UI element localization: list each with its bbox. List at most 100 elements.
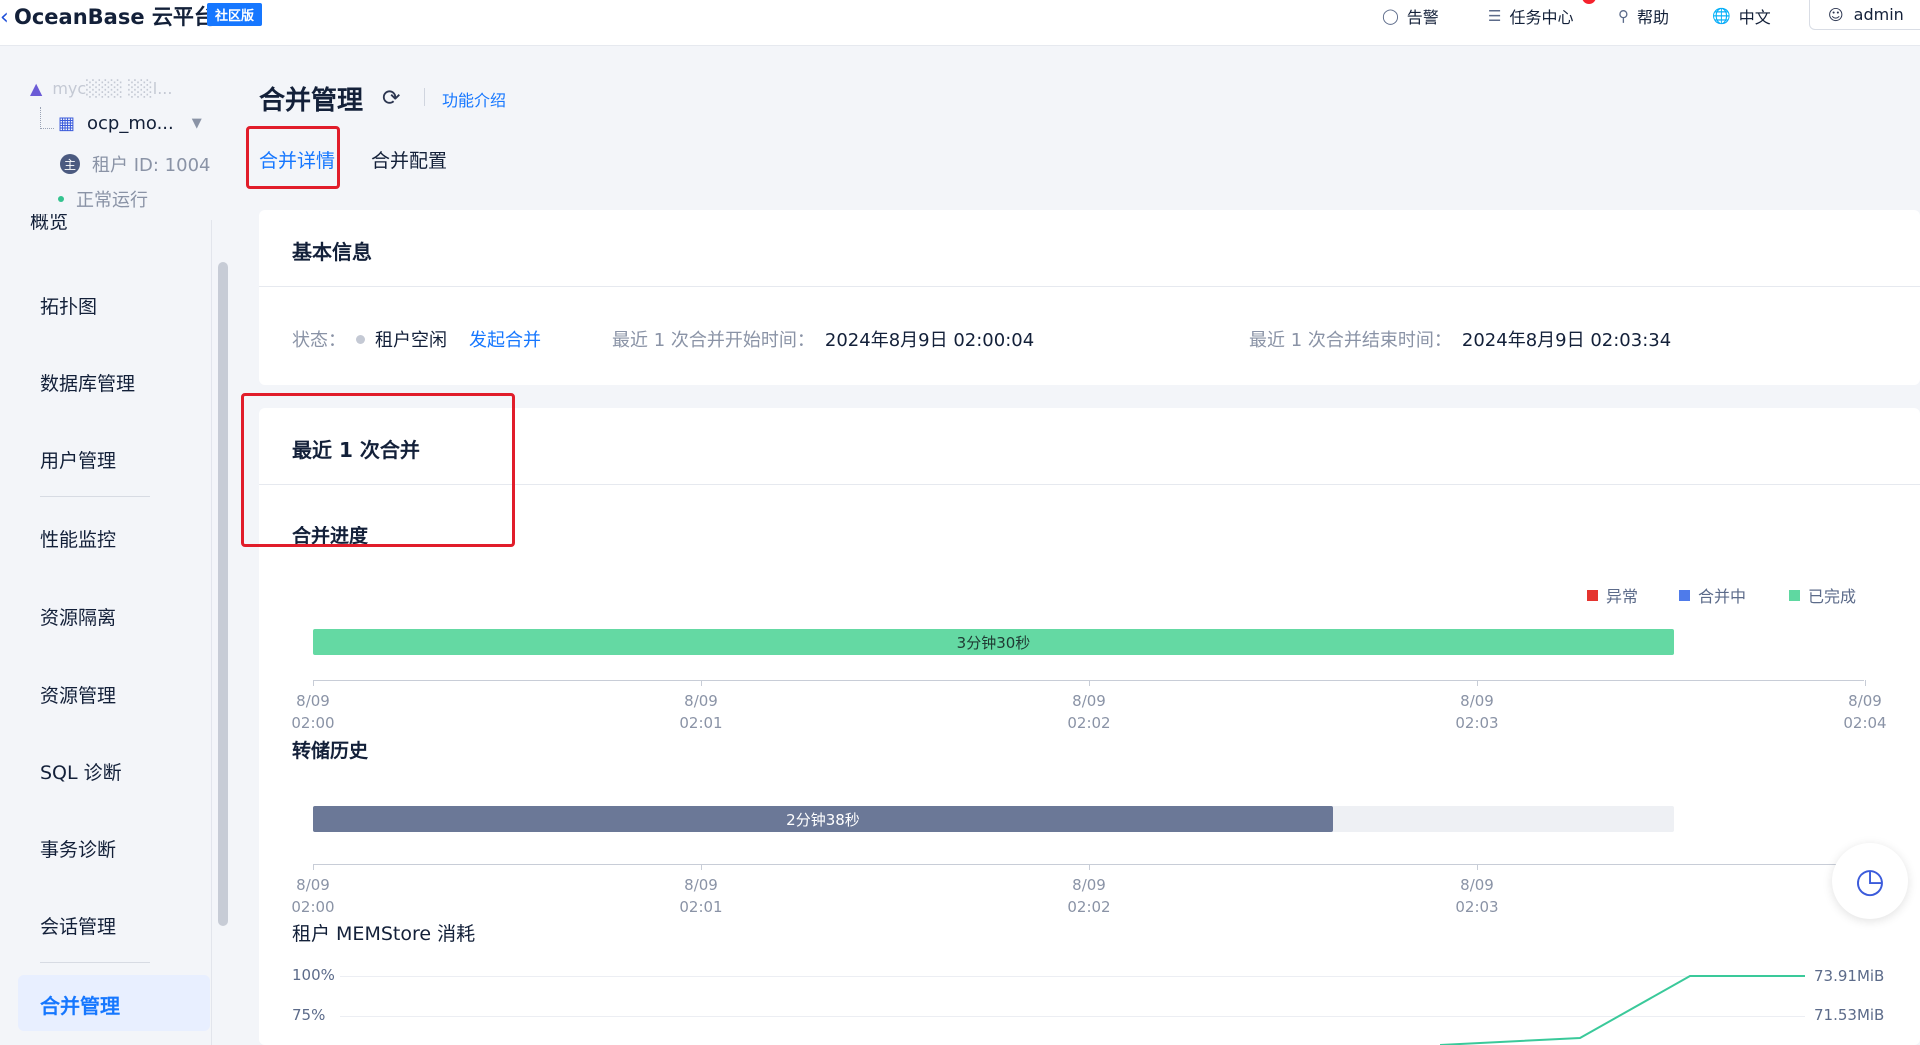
lightbulb-icon: ⚲ [1618,7,1629,25]
y-tick-75: 75% [292,1006,326,1024]
sidebar-item-resources[interactable]: 资源管理 [40,681,116,708]
axis-tick [313,680,314,686]
basic-info-title: 基本信息 [292,240,372,264]
memstore-title: 租户 MEMStore 消耗 [292,923,476,945]
axis-tick-label: 8/09 02:00 [291,692,335,732]
legend-swatch [1679,589,1690,601]
y-tick-100: 100% [292,966,335,984]
legend-label: 异常 [1606,587,1639,606]
axis-tick [1477,864,1478,870]
sidebar-divider [40,962,150,963]
tenant-status: 正常运行 [58,186,148,212]
top-bar: ‹ OceanBase 云平台 社区版 ◯ 告警 ☰ 任务中心 ⚲ 帮助 🌐 中… [0,0,1920,46]
sidebar-item-users[interactable]: 用户管理 [40,446,116,473]
clock-icon: ◷ [1855,861,1885,901]
user-name: admin [1853,5,1904,24]
tenant-id-icon: 主 [60,154,80,174]
sidebar-item-topology[interactable]: 拓扑图 [40,292,97,319]
memstore-value-2: 71.53MiB [1814,1006,1885,1024]
last-end-value: 2024年8月9日 02:03:34 [1461,330,1672,351]
legend-label: 已完成 [1808,587,1857,606]
sidebar-item-overview[interactable]: 概览 [30,214,68,234]
axis-tick [701,680,702,686]
sidebar-item-database[interactable]: 数据库管理 [40,369,135,396]
list-icon: ☰ [1488,7,1502,25]
help-label: 帮助 [1637,8,1670,27]
notification-dot [1582,0,1596,4]
status-dot [58,196,64,202]
last-start-row: 最近 1 次合并开始时间： 2024年8月9日 02:00:04 [612,326,1034,352]
brand-title: OceanBase 云平台 [14,5,215,29]
tenant-selector[interactable]: ▦ ocp_mo... ▼ [58,113,202,134]
tenant-id-label: 租户 ID: 1004 [92,155,211,176]
card-divider [259,286,1920,287]
language-button[interactable]: 🌐 中文 [1712,4,1771,28]
user-menu-button[interactable]: ☺ admin [1809,0,1920,30]
legend-label: 合并中 [1698,587,1747,606]
axis-tick-label: 8/09 02:03 [1455,692,1499,732]
status-dot [356,334,365,344]
tenant-id: 主 租户 ID: 1004 [60,151,211,177]
dump-history-bar[interactable]: 2分钟38秒 [313,806,1333,832]
chevron-down-icon: ▼ [191,116,202,131]
axis-tick [1477,680,1478,686]
bell-icon: ◯ [1382,7,1399,25]
alerts-button[interactable]: ◯ 告警 [1382,4,1439,28]
sidebar-scrollbar[interactable] [218,262,228,926]
start-merge-button[interactable]: 发起合并 [469,326,541,352]
tenant-status-label: 正常运行 [76,190,148,211]
sidebar-item-merge-label: 合并管理 [40,994,120,1018]
last-start-label: 最近 1 次合并开始时间： [612,330,815,351]
axis-tick-label: 8/09 02:02 [1067,692,1111,732]
sidebar-item-isolation[interactable]: 资源隔离 [40,603,116,630]
sidebar-item-sql-diagnosis[interactable]: SQL 诊断 [40,758,122,785]
cluster-selector[interactable]: ▲ myc░░░ ░░l... [30,79,172,98]
last-end-row: 最近 1 次合并结束时间： 2024年8月9日 02:03:34 [1249,326,1671,352]
tenant-name: ocp_mo... [87,113,174,134]
legend-swatch [1587,589,1598,601]
cluster-name: myc░░░ ░░l... [52,79,173,98]
edition-badge: 社区版 [207,3,263,26]
axis-tick [701,864,702,870]
history-clock-button[interactable]: ◷ [1832,843,1908,919]
legend-item-error[interactable]: 异常 [1587,583,1638,607]
sidebar-item-transaction[interactable]: 事务诊断 [40,835,116,862]
sidebar-item-sessions[interactable]: 会话管理 [40,912,116,939]
legend-swatch [1789,589,1800,601]
refresh-icon[interactable]: ⟳ [382,86,400,111]
tasks-button[interactable]: ☰ 任务中心 [1488,4,1573,28]
merge-progress-bar-label: 3分钟30秒 [956,633,1031,652]
axis-tick-label: 8/09 02:04 [1843,692,1887,732]
legend-item-merging[interactable]: 合并中 [1679,583,1746,607]
merge-progress-bar[interactable]: 3分钟30秒 [313,629,1674,655]
feature-intro-link[interactable]: 功能介绍 [442,87,506,111]
last-start-value: 2024年8月9日 02:00:04 [824,330,1035,351]
cluster-icon: ▲ [30,79,43,98]
memstore-series-line [1440,975,1805,1045]
sidebar-divider [40,496,150,497]
tab-merge-config[interactable]: 合并配置 [371,146,447,173]
page-title: 合并管理 [259,86,364,116]
legend-item-completed[interactable]: 已完成 [1789,583,1856,607]
highlight-box-section [241,393,515,547]
axis-tick [313,864,314,870]
globe-icon: 🌐 [1712,7,1731,25]
alerts-label: 告警 [1406,8,1439,27]
dump-history-bar-label: 2分钟38秒 [786,810,860,829]
axis-tick-label: 8/09 02:01 [679,876,723,916]
logo-icon: ‹ [0,5,9,30]
help-button[interactable]: ⚲ 帮助 [1618,4,1669,28]
highlight-box-tab [246,126,340,189]
language-label: 中文 [1738,8,1771,27]
memstore-line-chart [1440,975,1805,1045]
merge-status-row: 状态： 租户空闲 发起合并 [292,326,541,352]
sidebar-item-monitoring[interactable]: 性能监控 [40,525,116,552]
axis-tick-label: 8/09 02:01 [679,692,723,732]
dump-history-title: 转储历史 [292,740,369,762]
axis-tick-label: 8/09 02:03 [1455,876,1499,916]
axis-tick [1089,864,1090,870]
tenant-icon: ▦ [58,113,76,134]
tree-connector [40,107,54,129]
axis-tick-label: 8/09 02:00 [291,876,335,916]
axis-tick [1089,680,1090,686]
